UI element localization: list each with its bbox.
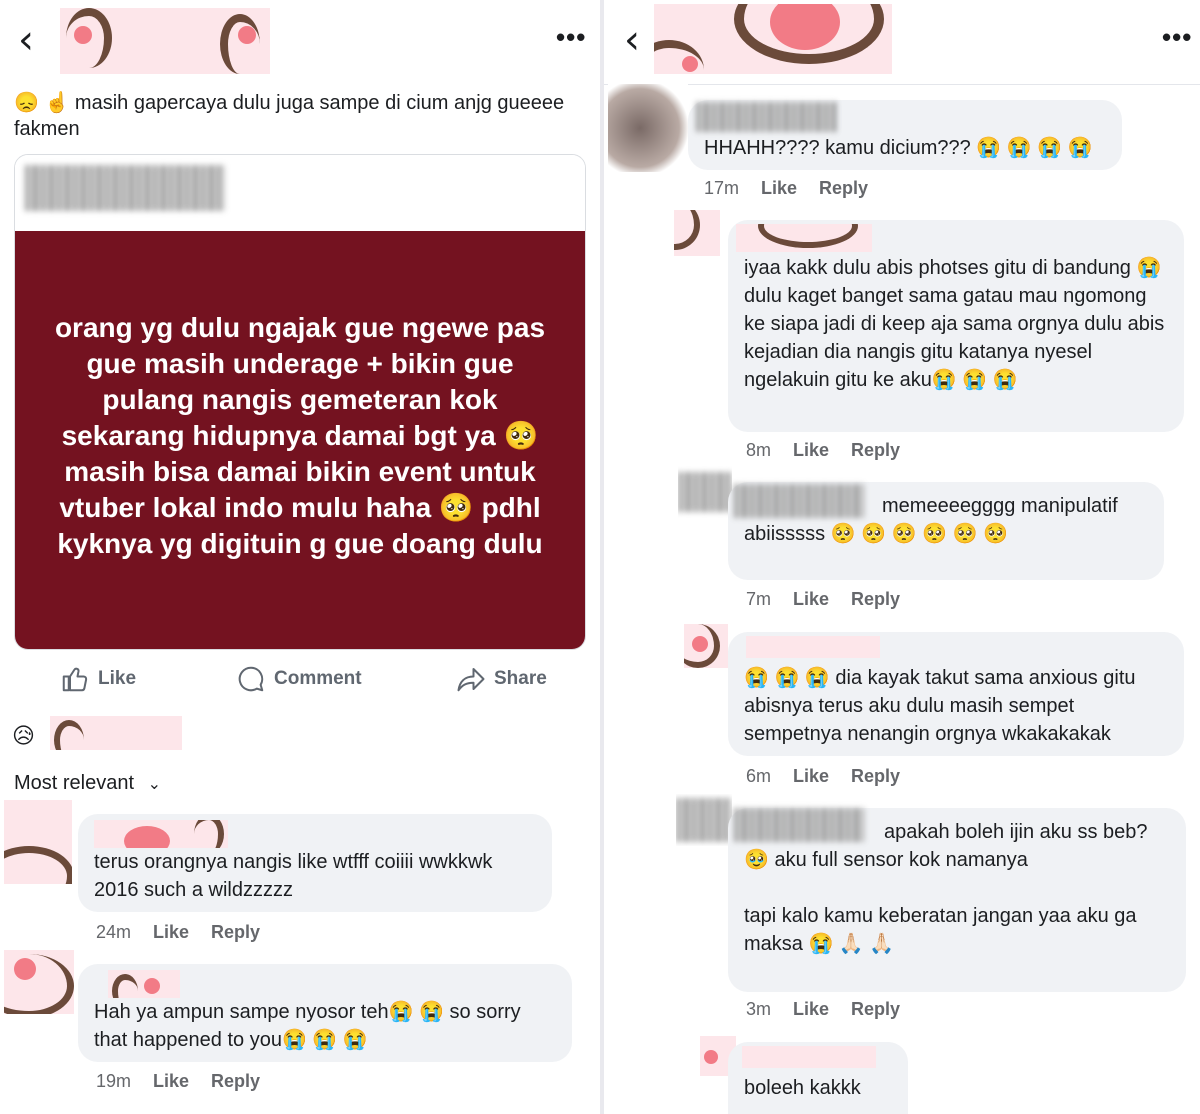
like-label: Like — [98, 668, 137, 689]
censored-name-sticker — [654, 4, 892, 74]
comment-action[interactable]: Comment — [236, 664, 362, 694]
comment-meta: 3m Like Reply — [746, 999, 900, 1020]
comment-bubble[interactable]: boleeh kakkk — [728, 1042, 908, 1114]
censored-commenter-name — [108, 970, 180, 998]
comment-like-button[interactable]: Like — [793, 589, 829, 610]
comment-time: 3m — [746, 999, 772, 1019]
comment-text: HHAHH???? kamu dicium??? 😭 😭 😭 😭 — [704, 137, 1093, 159]
comment-bubble[interactable]: apakah boleh ijin aku ss beb? 🥹 aku full… — [728, 808, 1186, 992]
comment-like-button[interactable]: Like — [793, 766, 829, 787]
right-screenshot: ‹ ••• HHAHH???? kamu dicium??? 😭 😭 😭 😭 1… — [604, 0, 1200, 1114]
comment-text: 😭 😭 😭 dia kayak takut sama anxious gitu … — [744, 667, 1136, 745]
comment-like-button[interactable]: Like — [793, 440, 829, 461]
like-icon — [62, 667, 88, 692]
censored-commenter-name — [736, 224, 872, 252]
comment-time: 7m — [746, 589, 772, 609]
avatar[interactable] — [4, 950, 74, 1014]
sort-selector[interactable]: Most relevant ⌄ — [14, 772, 161, 795]
comment-time: 24m — [96, 922, 132, 942]
comment-meta: 19m Like Reply — [96, 1071, 260, 1092]
divider — [604, 84, 1200, 85]
censored-reaction-names — [50, 716, 182, 750]
comment-bubble[interactable]: memeeeegggg manipulatif abiisssss 🥺 🥺 🥺 … — [728, 482, 1164, 580]
left-screenshot: ‹ ••• 😞 ☝️ masih gapercaya dulu juga sam… — [0, 0, 600, 1114]
back-icon[interactable]: ‹ — [18, 20, 34, 60]
comment-bubble[interactable]: HHAHH???? kamu dicium??? 😭 😭 😭 😭 — [688, 100, 1122, 170]
comment-reply-button[interactable]: Reply — [211, 1071, 260, 1092]
comment-text: Hah ya ampun sampe nyosor teh😭 😭 so sorr… — [94, 1001, 521, 1051]
shared-post-header — [15, 155, 585, 231]
censored-commenter-name — [696, 102, 836, 132]
censored-commenter-name — [734, 484, 864, 518]
comment-reply-button[interactable]: Reply — [851, 766, 900, 787]
more-icon[interactable]: ••• — [1162, 24, 1192, 50]
comment-text-continued: 🥹 aku full sensor kok namanya — [744, 849, 1028, 871]
comment-meta: 17m Like Reply — [704, 178, 868, 199]
comment-text: boleeh kakkk — [744, 1077, 861, 1099]
comment-meta: 24m Like Reply — [96, 922, 260, 943]
comment-time: 19m — [96, 1071, 132, 1091]
comment-meta: 7m Like Reply — [746, 589, 900, 610]
comment-icon — [238, 666, 264, 692]
share-icon — [457, 668, 485, 692]
censored-name-sticker — [60, 8, 270, 74]
avatar[interactable] — [4, 800, 72, 884]
more-icon[interactable]: ••• — [556, 24, 586, 50]
shared-post-body: orang yg dulu ngajak gue ngewe pas gue m… — [15, 231, 585, 649]
comment-bubble[interactable]: iyaa kakk dulu abis photses gitu di band… — [728, 220, 1184, 432]
comment-like-button[interactable]: Like — [153, 922, 189, 943]
censored-author — [25, 165, 225, 211]
back-icon[interactable]: ‹ — [624, 20, 640, 60]
censored-commenter-name — [742, 1046, 876, 1068]
like-action[interactable]: Like — [60, 664, 136, 694]
share-action[interactable]: Share — [456, 664, 547, 694]
sort-label: Most relevant — [14, 772, 135, 794]
comment-reply-button[interactable]: Reply — [851, 440, 900, 461]
censored-commenter-name — [734, 808, 864, 842]
comment-time: 6m — [746, 766, 772, 786]
comment-text: terus orangnya nangis like wtfff coiiii … — [94, 851, 493, 901]
comment-text-continued: tapi kalo kamu keberatan jangan yaa aku … — [744, 905, 1137, 955]
avatar[interactable] — [676, 794, 732, 846]
post-text: 😞 ☝️ masih gapercaya dulu juga sampe di … — [14, 92, 565, 140]
comment-like-button[interactable]: Like — [761, 178, 797, 199]
comment-text: iyaa kakk dulu abis photses gitu di band… — [744, 257, 1165, 391]
comment-text-continued: abiisssss 🥺 🥺 🥺 🥺 🥺 🥺 — [744, 523, 1008, 545]
comment-reply-button[interactable]: Reply — [851, 589, 900, 610]
avatar[interactable] — [674, 210, 720, 256]
chevron-down-icon: ⌄ — [147, 776, 162, 793]
reaction-emoji[interactable]: 😥 — [12, 724, 35, 749]
comment-time: 8m — [746, 440, 772, 460]
comment-label: Comment — [274, 668, 362, 689]
shared-post-card[interactable]: orang yg dulu ngajak gue ngewe pas gue m… — [14, 154, 586, 650]
comment-reply-button[interactable]: Reply — [819, 178, 868, 199]
comment-like-button[interactable]: Like — [153, 1071, 189, 1092]
shared-post-text: orang yg dulu ngajak gue ngewe pas gue m… — [54, 312, 546, 559]
comment-like-button[interactable]: Like — [793, 999, 829, 1020]
avatar[interactable] — [608, 84, 688, 172]
comment-bubble[interactable]: 😭 😭 😭 dia kayak takut sama anxious gitu … — [728, 632, 1184, 756]
comment-meta: 8m Like Reply — [746, 440, 900, 461]
avatar[interactable] — [684, 624, 728, 668]
comment-meta: 6m Like Reply — [746, 766, 900, 787]
comment-reply-button[interactable]: Reply — [211, 922, 260, 943]
avatar[interactable] — [678, 466, 732, 518]
comment-bubble[interactable]: terus orangnya nangis like wtfff coiiii … — [78, 814, 552, 912]
comment-time: 17m — [704, 178, 740, 198]
share-label: Share — [494, 668, 547, 689]
comment-bubble[interactable]: Hah ya ampun sampe nyosor teh😭 😭 so sorr… — [78, 964, 572, 1062]
comment-reply-button[interactable]: Reply — [851, 999, 900, 1020]
censored-commenter-name — [94, 820, 228, 848]
censored-commenter-name — [746, 636, 880, 658]
